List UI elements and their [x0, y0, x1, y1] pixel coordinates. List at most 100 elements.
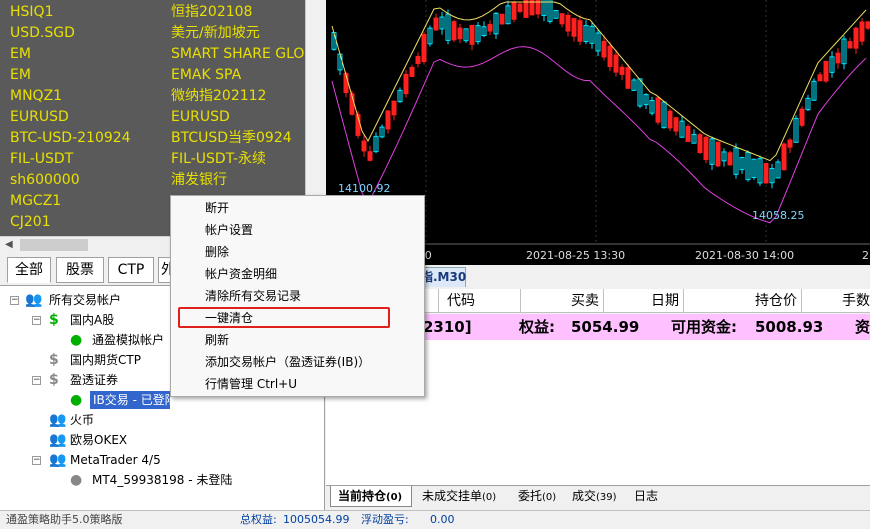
- quote-name: FIL-USDT-永续: [171, 151, 267, 167]
- candle-body: [403, 73, 409, 95]
- float-pnl-label: 浮动盈亏:: [361, 513, 409, 526]
- menu-item-disconnect[interactable]: 断开: [205, 199, 229, 217]
- quote-row[interactable]: EM EMAK SPA: [0, 65, 305, 86]
- tree-item-okex[interactable]: 欧易OKEX: [70, 431, 127, 449]
- collapse-icon[interactable]: −: [10, 296, 19, 305]
- collapse-icon[interactable]: −: [32, 316, 41, 325]
- candle-body: [577, 20, 583, 42]
- menu-item-clear-records[interactable]: 清除所有交易记录: [205, 287, 301, 305]
- quote-name: EURUSD: [171, 109, 230, 125]
- time-label: 2021-08-25 13:30: [526, 249, 625, 262]
- tab-trades[interactable]: 成交(39): [568, 486, 617, 507]
- quote-row[interactable]: FIL-USDT FIL-USDT-永续: [0, 149, 305, 170]
- equity-value: 5054.99: [571, 318, 640, 336]
- candle-body: [469, 24, 475, 45]
- tree-item-huobi[interactable]: 火币: [70, 411, 94, 429]
- price-low-label: 14058.25: [752, 209, 805, 222]
- scroll-left-icon[interactable]: ◀: [5, 237, 13, 253]
- candle-body: [817, 74, 823, 82]
- users-icon: 👥: [49, 452, 67, 468]
- tab-orders[interactable]: 委托(0): [514, 486, 556, 507]
- candle-body: [673, 117, 679, 132]
- tree-item-metatrader[interactable]: MetaTrader 4/5: [70, 451, 161, 469]
- menu-item-add-account[interactable]: 添加交易帐户（盈透证券(IB)）: [205, 353, 370, 371]
- tree-item-mt4[interactable]: MT4_59938198 - 未登陆: [92, 471, 232, 489]
- tab-pending-label: 未成交挂单: [422, 489, 483, 503]
- col-side[interactable]: 买卖: [521, 289, 604, 313]
- scrollbar-thumb[interactable]: [20, 239, 88, 251]
- tab-log[interactable]: 日志: [630, 486, 658, 507]
- time-label: 2021-08-30 14:00: [695, 249, 794, 262]
- quote-symbol: EM: [10, 67, 31, 83]
- user-icon: ●: [70, 472, 83, 488]
- tab-all[interactable]: 全部: [7, 257, 51, 283]
- candle-body: [409, 67, 415, 77]
- price-low-label: 14100.92: [338, 182, 391, 195]
- quote-row[interactable]: sh600000 浦发银行: [0, 170, 305, 191]
- tree-item-sim-account[interactable]: 通盈模拟帐户: [92, 331, 170, 349]
- time-label: 2: [862, 249, 869, 262]
- candle-body: [385, 110, 391, 130]
- tree-root[interactable]: 所有交易帐户: [49, 291, 121, 309]
- users-icon: 👥: [49, 432, 67, 448]
- quote-row[interactable]: BTC-USD-210924 BTCUSD当季0924: [0, 128, 305, 149]
- tree-item-ib-trade[interactable]: IB交易 - 已登陆: [90, 391, 170, 409]
- quote-symbol: CJ201: [10, 214, 51, 230]
- tab-log-label: 日志: [634, 489, 659, 503]
- candle-body: [571, 18, 577, 37]
- tree-item-ctp[interactable]: 国内期货CTP: [70, 351, 141, 369]
- quote-symbol: HSIQ1: [10, 4, 54, 20]
- candle-body: [781, 143, 787, 171]
- col-code[interactable]: 代码: [439, 289, 521, 313]
- summary-cut: 资: [855, 318, 870, 336]
- candle-body: [487, 23, 493, 32]
- tab-ctp[interactable]: CTP: [108, 257, 154, 283]
- tab-orders-label: 委托: [518, 489, 543, 503]
- app-title: 通盈策略助手5.0策略版: [6, 513, 123, 526]
- candle-body: [565, 14, 571, 32]
- available-value: 5008.93: [755, 318, 824, 336]
- menu-item-quote-manager[interactable]: 行情管理 Ctrl+U: [205, 375, 297, 393]
- tree-item-ib[interactable]: 盈透证券: [70, 371, 118, 389]
- col-lots[interactable]: 手数: [802, 289, 870, 313]
- candle-body: [697, 134, 703, 154]
- tab-positions-label: 当前持仓: [338, 489, 387, 503]
- context-menu: 断开 帐户设置 删除 帐户资金明细 清除所有交易记录 一键清仓 刷新 添加交易帐…: [170, 195, 425, 397]
- menu-item-fund-details[interactable]: 帐户资金明细: [205, 265, 277, 283]
- menu-item-close-all[interactable]: 一键清仓: [205, 309, 253, 327]
- col-date[interactable]: 日期: [604, 289, 684, 313]
- float-pnl-value: 0.00: [430, 513, 455, 526]
- candle-body: [625, 67, 631, 89]
- quote-symbol: sh600000: [10, 172, 80, 188]
- candle-body: [421, 33, 427, 63]
- quote-row[interactable]: EM SMART SHARE GLO: [0, 44, 305, 65]
- candle-body: [685, 126, 691, 142]
- candle-body: [799, 108, 805, 126]
- tab-positions[interactable]: 当前持仓(0): [330, 486, 412, 507]
- candle-body: [391, 100, 397, 116]
- menu-item-delete[interactable]: 删除: [205, 243, 229, 261]
- quote-row[interactable]: USD.SGD 美元/新加坡元: [0, 23, 305, 44]
- tree-item-cn-a[interactable]: 国内A股: [70, 311, 114, 329]
- candle-body: [613, 54, 619, 73]
- menu-item-refresh[interactable]: 刷新: [205, 331, 229, 349]
- candle-body: [715, 141, 721, 167]
- user-icon: ●: [70, 392, 83, 408]
- available-label: 可用资金:: [671, 318, 737, 336]
- equity-label: 权益:: [519, 318, 555, 336]
- tab-pending-count: (0): [482, 492, 497, 503]
- collapse-icon[interactable]: −: [32, 456, 41, 465]
- tab-stocks[interactable]: 股票: [56, 257, 104, 283]
- tab-pending[interactable]: 未成交挂单(0): [416, 486, 496, 507]
- candle-body: [853, 27, 859, 49]
- menu-item-account-settings[interactable]: 帐户设置: [205, 221, 253, 239]
- collapse-icon[interactable]: −: [32, 376, 41, 385]
- col-price[interactable]: 持仓价: [684, 289, 802, 313]
- quote-row[interactable]: EURUSD EURUSD: [0, 107, 305, 128]
- quote-row[interactable]: HSIQ1 恒指202108: [0, 2, 305, 23]
- dollar-icon: $: [49, 312, 59, 328]
- total-equity-label: 总权益:: [240, 513, 277, 526]
- candle-body: [415, 55, 421, 65]
- quote-row[interactable]: MNQZ1 微纳指202112: [0, 86, 305, 107]
- tab-positions-count: (0): [386, 492, 403, 503]
